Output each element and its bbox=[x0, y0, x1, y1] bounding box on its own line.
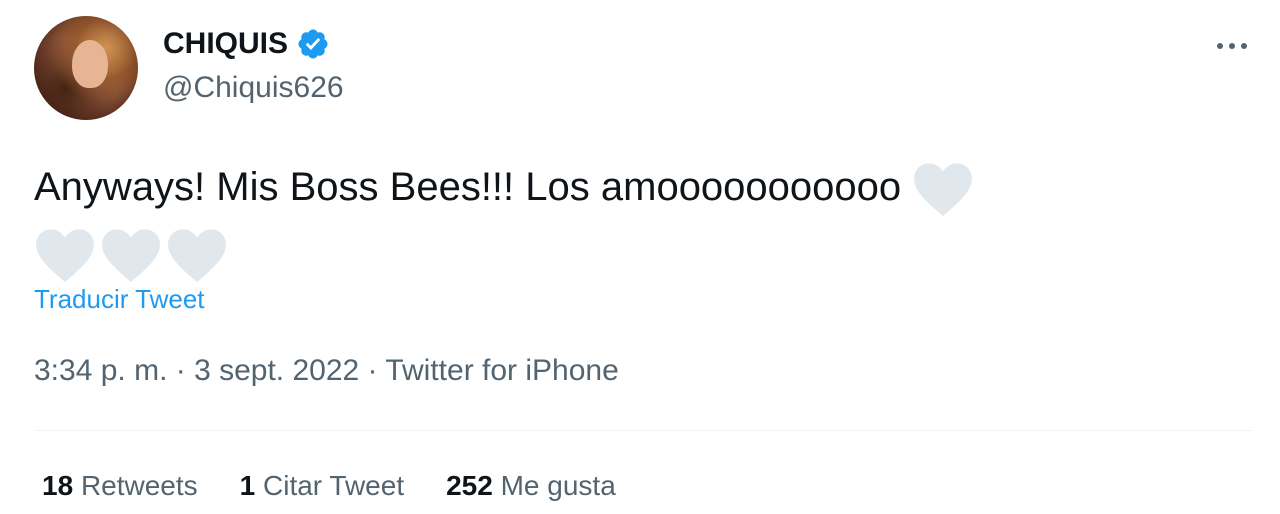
verified-badge-icon bbox=[296, 27, 330, 61]
white-heart-emoji-icon bbox=[166, 227, 228, 283]
translate-tweet-link[interactable]: Traducir Tweet bbox=[34, 284, 205, 315]
likes-stat[interactable]: 252 Me gusta bbox=[446, 470, 616, 502]
author-name-row: CHIQUIS bbox=[163, 24, 330, 64]
handle[interactable]: @Chiquis626 bbox=[163, 70, 344, 106]
quotes-count: 1 bbox=[239, 470, 256, 501]
tweet-metadata: 3:34 p. m. · 3 sept. 2022 · Twitter for … bbox=[34, 354, 619, 388]
quotes-stat[interactable]: 1 Citar Tweet bbox=[240, 470, 404, 502]
tweet-date[interactable]: 3 sept. 2022 bbox=[194, 354, 359, 387]
white-heart-emoji-icon bbox=[100, 227, 162, 283]
tweet-source[interactable]: Twitter for iPhone bbox=[385, 354, 618, 387]
retweets-stat[interactable]: 18 Retweets bbox=[42, 470, 198, 502]
likes-count: 252 bbox=[446, 470, 493, 501]
display-name[interactable]: CHIQUIS bbox=[163, 24, 288, 64]
avatar-face bbox=[72, 40, 108, 88]
tweet-stats: 18 Retweets 1 Citar Tweet 252 Me gusta bbox=[42, 470, 616, 502]
more-options-icon[interactable] bbox=[1212, 28, 1252, 64]
retweets-count: 18 bbox=[42, 470, 74, 501]
avatar[interactable] bbox=[34, 16, 138, 120]
divider bbox=[34, 430, 1252, 431]
white-heart-emoji-icon bbox=[34, 227, 96, 283]
meta-separator: · bbox=[359, 354, 386, 387]
meta-separator: · bbox=[167, 354, 195, 387]
retweets-label: Retweets bbox=[80, 470, 198, 501]
tweet-text: Anyways! Mis Boss Bees!!! Los amoooooooo… bbox=[34, 154, 1244, 286]
white-heart-emoji-icon bbox=[912, 161, 974, 217]
tweet-text-body: Anyways! Mis Boss Bees!!! Los amoooooooo… bbox=[34, 165, 902, 209]
tweet-time[interactable]: 3:34 p. m. bbox=[34, 354, 167, 387]
quotes-label: Citar Tweet bbox=[263, 470, 405, 501]
likes-label: Me gusta bbox=[500, 470, 616, 501]
